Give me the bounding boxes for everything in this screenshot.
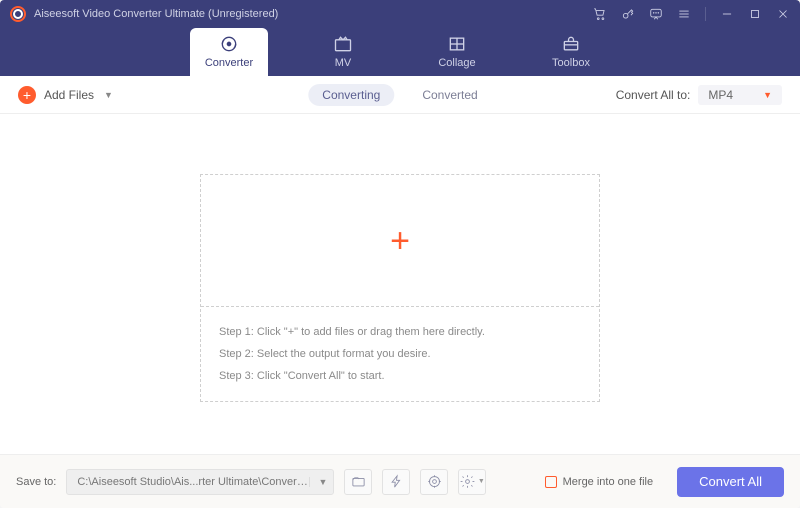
- titlebar-controls: [593, 7, 790, 21]
- tab-toolbox[interactable]: Toolbox: [532, 28, 610, 76]
- toolbar: + Add Files ▼ Converting Converted Conve…: [0, 76, 800, 114]
- tab-label: Collage: [438, 57, 475, 69]
- maximize-button[interactable]: [748, 7, 762, 21]
- minimize-button[interactable]: [720, 7, 734, 21]
- cart-icon[interactable]: [593, 7, 607, 21]
- header: Aiseesoft Video Converter Ultimate (Unre…: [0, 0, 800, 76]
- tab-collage[interactable]: Collage: [418, 28, 496, 76]
- tab-label: Toolbox: [552, 57, 590, 69]
- chevron-down-icon: ▼: [763, 90, 772, 100]
- step-text: Step 2: Select the output format you des…: [219, 343, 581, 365]
- key-icon[interactable]: [621, 7, 635, 21]
- menu-icon[interactable]: [677, 7, 691, 21]
- plus-icon: +: [18, 86, 36, 104]
- merge-label: Merge into one file: [563, 476, 654, 488]
- tab-converting[interactable]: Converting: [308, 84, 394, 106]
- add-files-button[interactable]: + Add Files ▼: [18, 86, 113, 104]
- step-text: Step 1: Click "+" to add files or drag t…: [219, 321, 581, 343]
- save-to-path-field[interactable]: C:\Aiseesoft Studio\Ais...rter Ultimate\…: [66, 469, 334, 495]
- converter-icon: [219, 35, 239, 53]
- window-title: Aiseesoft Video Converter Ultimate (Unre…: [34, 8, 278, 20]
- add-files-label: Add Files: [44, 88, 94, 102]
- save-to-label: Save to:: [16, 476, 56, 488]
- tab-mv[interactable]: MV: [304, 28, 382, 76]
- format-value: MP4: [708, 88, 733, 102]
- plus-icon: +: [390, 224, 410, 258]
- tab-converted[interactable]: Converted: [408, 84, 491, 106]
- close-button[interactable]: [776, 7, 790, 21]
- toolbox-icon: [561, 35, 581, 53]
- save-to-path: C:\Aiseesoft Studio\Ais...rter Ultimate\…: [77, 476, 309, 488]
- collage-icon: [447, 35, 467, 53]
- open-folder-button[interactable]: [344, 469, 372, 495]
- nav-tabs: Converter MV Collage Toolbox: [0, 28, 800, 76]
- chevron-down-icon: ▼: [104, 90, 113, 100]
- merge-checkbox[interactable]: Merge into one file: [545, 476, 654, 488]
- settings-button[interactable]: ▼: [458, 469, 486, 495]
- status-tabs: Converting Converted: [308, 84, 491, 106]
- feedback-icon[interactable]: [649, 7, 663, 21]
- convert-all-to-label: Convert All to:: [616, 88, 691, 102]
- mv-icon: [333, 35, 353, 53]
- format-select[interactable]: MP4 ▼: [698, 85, 782, 105]
- app-logo-icon: [10, 6, 26, 22]
- step-text: Step 3: Click "Convert All" to start.: [219, 365, 581, 387]
- dropzone: + Step 1: Click "+" to add files or drag…: [200, 174, 600, 402]
- convert-all-button[interactable]: Convert All: [677, 467, 784, 497]
- dropzone-steps: Step 1: Click "+" to add files or drag t…: [201, 307, 599, 401]
- checkbox-icon: [545, 476, 557, 488]
- main-area: + Step 1: Click "+" to add files or drag…: [0, 114, 800, 454]
- footer: Save to: C:\Aiseesoft Studio\Ais...rter …: [0, 454, 800, 508]
- hardware-accel-button[interactable]: [382, 469, 410, 495]
- dropzone-add-area[interactable]: +: [201, 175, 599, 307]
- tab-label: Converter: [205, 57, 253, 69]
- tab-label: MV: [335, 57, 352, 69]
- task-schedule-button[interactable]: [420, 469, 448, 495]
- tab-converter[interactable]: Converter: [190, 28, 268, 76]
- titlebar: Aiseesoft Video Converter Ultimate (Unre…: [0, 0, 800, 28]
- app-window: Aiseesoft Video Converter Ultimate (Unre…: [0, 0, 800, 508]
- chevron-down-icon: ▼: [309, 477, 327, 487]
